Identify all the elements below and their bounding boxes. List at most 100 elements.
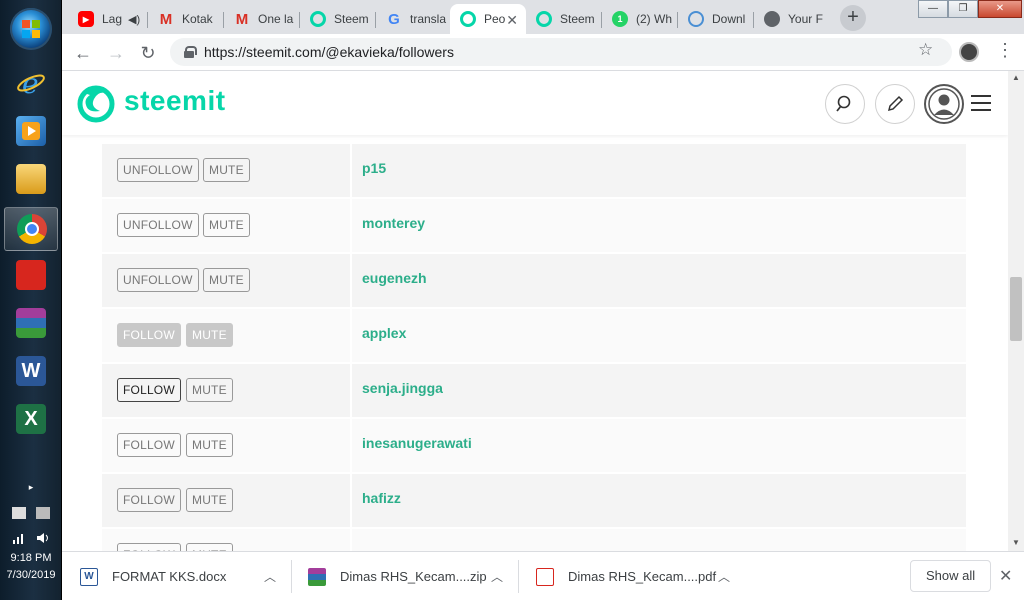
- download-filename: Dimas RHS_Kecam....pdf: [568, 569, 717, 584]
- new-tab-button[interactable]: +: [840, 5, 866, 31]
- taskbar-acrobat[interactable]: [4, 254, 58, 298]
- lock-icon[interactable]: [184, 46, 197, 58]
- page-viewport: steemit UNFOLLOW MUTE p15 UNFOLLOW MUTE: [62, 71, 1008, 551]
- steemit-header: steemit: [62, 71, 1008, 135]
- gmail-icon: M: [159, 10, 173, 28]
- table-row: UNFOLLOW MUTE eugenezh: [102, 254, 966, 307]
- follow-button[interactable]: FOLLOW: [117, 323, 181, 347]
- close-window-button[interactable]: ✕: [978, 0, 1022, 18]
- close-download-shelf-icon[interactable]: ✕: [999, 566, 1012, 586]
- table-row: FOLLOW MUTE: [102, 529, 966, 551]
- mute-button[interactable]: MUTE: [203, 268, 250, 292]
- chrome-menu-icon[interactable]: ⋮: [996, 40, 1014, 61]
- word-file-icon: W: [80, 567, 98, 586]
- chevron-up-icon[interactable]: ︿: [718, 568, 730, 585]
- network-error-icon[interactable]: [12, 507, 26, 519]
- unfollow-button[interactable]: UNFOLLOW: [117, 268, 199, 292]
- tab-google-translate[interactable]: G transla: [376, 4, 452, 34]
- volume-icon[interactable]: [36, 531, 50, 543]
- page-scrollbar[interactable]: ▲ ▼: [1008, 71, 1024, 551]
- tab-your[interactable]: Your F: [754, 4, 830, 34]
- clock-date[interactable]: 7/30/2019: [0, 569, 62, 581]
- show-all-downloads-button[interactable]: Show all: [910, 560, 992, 592]
- taskbar-windows-explorer[interactable]: [4, 158, 58, 202]
- follower-username-link[interactable]: p15: [362, 160, 386, 176]
- scrollbar-thumb[interactable]: [1010, 277, 1022, 341]
- tab-gmail-one[interactable]: M One la: [224, 4, 300, 34]
- follow-button[interactable]: FOLLOW: [117, 378, 181, 402]
- taskbar-google-chrome[interactable]: [4, 207, 58, 251]
- chevron-up-icon[interactable]: ︿: [264, 568, 276, 585]
- follow-button[interactable]: FOLLOW: [117, 433, 181, 457]
- submit-story-button[interactable]: [875, 84, 915, 124]
- steemit-icon: [310, 11, 326, 27]
- back-icon[interactable]: ←: [70, 40, 96, 66]
- unfollow-button[interactable]: UNFOLLOW: [117, 213, 199, 237]
- mute-button[interactable]: MUTE: [203, 158, 250, 182]
- signal-icon[interactable]: [12, 531, 26, 544]
- follower-username-link[interactable]: inesanugerawati: [362, 435, 472, 451]
- steemit-logo-icon[interactable]: [76, 83, 116, 123]
- url-text[interactable]: https://steemit.com/@ekavieka/followers: [204, 44, 454, 60]
- hamburger-menu-icon[interactable]: [971, 95, 991, 111]
- profile-avatar[interactable]: [959, 42, 979, 62]
- power-icon[interactable]: [36, 507, 50, 519]
- mute-button[interactable]: MUTE: [186, 378, 233, 402]
- download-shelf: W FORMAT KKS.docx ︿ Dimas RHS_Kecam....z…: [62, 551, 1024, 600]
- mute-button[interactable]: MUTE: [186, 323, 233, 347]
- close-tab-icon[interactable]: ✕: [506, 12, 518, 29]
- tab-label: Steem: [560, 12, 595, 26]
- mute-button[interactable]: MUTE: [186, 543, 233, 551]
- chrome-icon: [17, 214, 47, 244]
- user-menu-button[interactable]: [924, 84, 964, 124]
- clock-time[interactable]: 9:18 PM: [0, 552, 62, 564]
- scroll-down-arrow-icon[interactable]: ▼: [1012, 538, 1020, 547]
- bookmark-star-icon[interactable]: ☆: [918, 40, 933, 60]
- follower-username-link[interactable]: hafizz: [362, 490, 401, 506]
- audio-icon[interactable]: ◀): [128, 13, 140, 26]
- tab-download[interactable]: Downl: [678, 4, 754, 34]
- tab-label: (2) Wh: [636, 12, 672, 26]
- follower-username-link[interactable]: applex: [362, 325, 406, 341]
- start-button[interactable]: [10, 8, 52, 50]
- scroll-up-arrow-icon[interactable]: ▲: [1012, 73, 1020, 82]
- unfollow-button[interactable]: UNFOLLOW: [117, 158, 199, 182]
- taskbar-excel[interactable]: X: [4, 398, 58, 442]
- address-bar[interactable]: https://steemit.com/@ekavieka/followers: [170, 38, 952, 66]
- search-button[interactable]: [825, 84, 865, 124]
- windows-taskbar: e W X ▸ 9:18 PM 7/30/2019: [0, 0, 62, 600]
- mute-button[interactable]: MUTE: [203, 213, 250, 237]
- follower-username-link[interactable]: senja.jingga: [362, 380, 443, 396]
- tab-steemit-2[interactable]: Steem: [526, 4, 602, 34]
- taskbar-media-player[interactable]: [4, 110, 58, 154]
- follow-button[interactable]: FOLLOW: [117, 543, 181, 551]
- follower-username-link[interactable]: eugenezh: [362, 270, 427, 286]
- show-hidden-icons-button[interactable]: ▸: [0, 482, 62, 493]
- download-item[interactable]: Dimas RHS_Kecam....pdf ︿: [536, 552, 746, 601]
- tab-steemit-1[interactable]: Steem: [300, 4, 376, 34]
- follower-username-link[interactable]: monterey: [362, 215, 425, 231]
- tab-strip: ▶ Lag ◀) M Kotak M One la Steem G transl…: [62, 0, 1024, 34]
- excel-icon: X: [16, 404, 46, 434]
- reload-icon[interactable]: ↻: [135, 40, 161, 66]
- mute-button[interactable]: MUTE: [186, 433, 233, 457]
- taskbar-winrar[interactable]: [4, 302, 58, 346]
- forward-icon[interactable]: →: [103, 40, 129, 66]
- svg-text:e: e: [22, 68, 39, 98]
- download-item[interactable]: W FORMAT KKS.docx ︿: [80, 552, 290, 601]
- tab-steemit-followers[interactable]: Peo ✕: [450, 4, 526, 34]
- chevron-up-icon[interactable]: ︿: [491, 568, 503, 585]
- download-item[interactable]: Dimas RHS_Kecam....zip ︿: [308, 552, 518, 601]
- tab-gmail-kotak[interactable]: M Kotak: [148, 4, 224, 34]
- steemit-wordmark[interactable]: steemit: [124, 85, 226, 117]
- mute-button[interactable]: MUTE: [186, 488, 233, 512]
- tab-youtube[interactable]: ▶ Lag ◀): [68, 4, 148, 34]
- tab-whatsapp[interactable]: 1 (2) Wh: [602, 4, 678, 34]
- taskbar-internet-explorer[interactable]: e: [4, 62, 58, 106]
- internet-explorer-icon: e: [16, 67, 46, 100]
- windows-logo-icon: [22, 20, 40, 38]
- follow-button[interactable]: FOLLOW: [117, 488, 181, 512]
- minimize-button[interactable]: —: [918, 0, 948, 18]
- taskbar-word[interactable]: W: [4, 350, 58, 394]
- restore-button[interactable]: ❐: [948, 0, 978, 18]
